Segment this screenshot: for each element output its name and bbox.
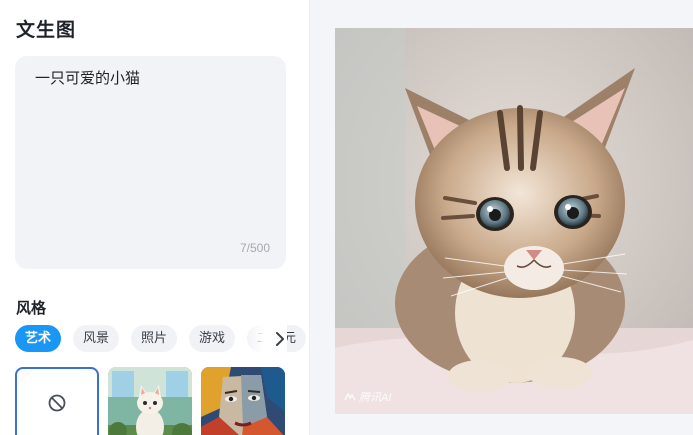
style-thumb-cartoon-cat[interactable] bbox=[108, 367, 192, 435]
style-tab-game[interactable]: 游戏 bbox=[189, 325, 236, 352]
style-tab-art[interactable]: 艺术 bbox=[15, 325, 62, 352]
no-style-icon bbox=[47, 393, 67, 413]
watermark-text: 腾讯AI bbox=[359, 392, 392, 404]
page-title: 文生图 bbox=[16, 19, 77, 41]
style-section-label: 风格 bbox=[16, 299, 47, 317]
chevron-right-icon[interactable] bbox=[271, 328, 289, 350]
result-panel: 腾讯AI bbox=[310, 0, 693, 435]
prompt-input[interactable]: 一只可爱的小猫 7/500 bbox=[15, 56, 286, 269]
style-tab-landscape[interactable]: 风景 bbox=[73, 325, 120, 352]
style-tab-photo[interactable]: 照片 bbox=[131, 325, 178, 352]
generator-panel: 文生图 一只可爱的小猫 7/500 风格 艺术 风景 照片 游戏 二次元 bbox=[0, 0, 310, 435]
generated-image[interactable]: 腾讯AI bbox=[335, 28, 693, 414]
char-count: 7/500 bbox=[239, 241, 270, 255]
style-thumb-none[interactable] bbox=[15, 367, 99, 435]
prompt-text[interactable]: 一只可爱的小猫 bbox=[35, 67, 140, 88]
style-tabs: 艺术 风景 照片 游戏 二次元 bbox=[15, 325, 307, 353]
watermark: 腾讯AI bbox=[344, 389, 391, 405]
style-thumb-cubist-face[interactable] bbox=[201, 367, 285, 435]
